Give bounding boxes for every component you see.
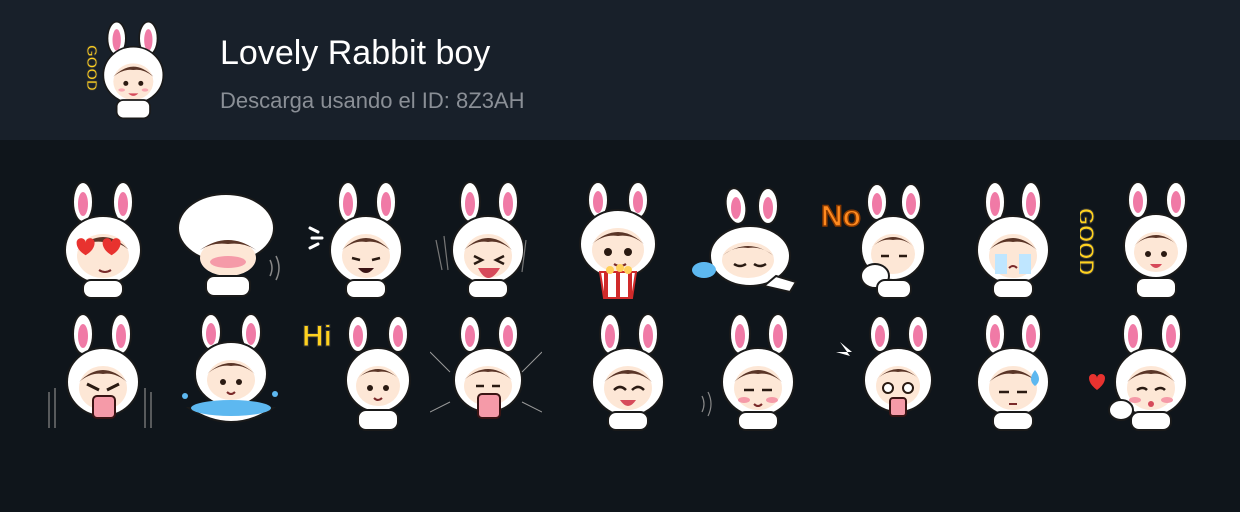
sticker-pack-header: GOOD Lovely Rabbit boy Descarga usando e… (0, 0, 1240, 140)
sticker-grid: No GOOD Hi (0, 140, 1240, 512)
sticker-sleeping[interactable] (690, 180, 802, 300)
rabbit-icon (430, 315, 542, 419)
sticker-laughing[interactable] (430, 180, 542, 300)
sticker-caption-hi: Hi (302, 320, 332, 353)
rabbit-icon (102, 20, 165, 120)
sticker-no[interactable]: No (815, 180, 927, 300)
sticker-blushing-sweat[interactable] (700, 312, 812, 432)
rabbit-icon (182, 313, 278, 423)
sticker-sweat-drop[interactable] (955, 312, 1067, 432)
rabbit-icon (860, 183, 926, 299)
rabbit-icon (308, 181, 403, 299)
rabbit-icon (836, 315, 933, 417)
pack-download-id: Descarga usando el ID: 8Z3AH (220, 88, 525, 113)
rabbit-icon (177, 193, 280, 297)
rabbit-icon (1089, 313, 1188, 431)
pack-icon: GOOD (80, 20, 180, 120)
sticker-bathing[interactable] (175, 312, 287, 432)
sticker-caption-good: GOOD (1080, 208, 1099, 275)
rabbit-icon (591, 313, 665, 431)
sticker-crying-talk[interactable] (300, 180, 412, 300)
rabbit-icon (692, 187, 798, 294)
rabbit-icon (976, 181, 1050, 299)
sticker-covering-face[interactable] (170, 180, 282, 300)
sticker-shouting[interactable] (430, 312, 542, 432)
sticker-popcorn[interactable] (560, 180, 672, 300)
sticker-crying-tears[interactable] (955, 180, 1067, 300)
rabbit-icon (64, 181, 142, 299)
rabbit-icon (701, 313, 795, 431)
sticker-heart-eyes[interactable] (45, 180, 157, 300)
sticker-good[interactable]: GOOD (1080, 180, 1192, 300)
sticker-laughing-eyes-closed[interactable] (570, 312, 682, 432)
rabbit-icon (1123, 181, 1189, 299)
rabbit-icon (976, 313, 1050, 431)
rabbit-icon (345, 315, 411, 431)
sticker-surprised[interactable] (830, 312, 942, 432)
pack-title: Lovely Rabbit boy (220, 34, 491, 72)
sticker-hi[interactable]: Hi (300, 312, 412, 432)
rabbit-icon (579, 181, 657, 299)
rabbit-icon (48, 313, 152, 428)
sticker-kiss-heart[interactable] (1085, 312, 1197, 432)
rabbit-icon (435, 181, 527, 299)
sticker-angry-shout[interactable] (45, 312, 157, 432)
sticker-caption-no: No (821, 200, 861, 233)
icon-caption: GOOD (83, 45, 100, 91)
